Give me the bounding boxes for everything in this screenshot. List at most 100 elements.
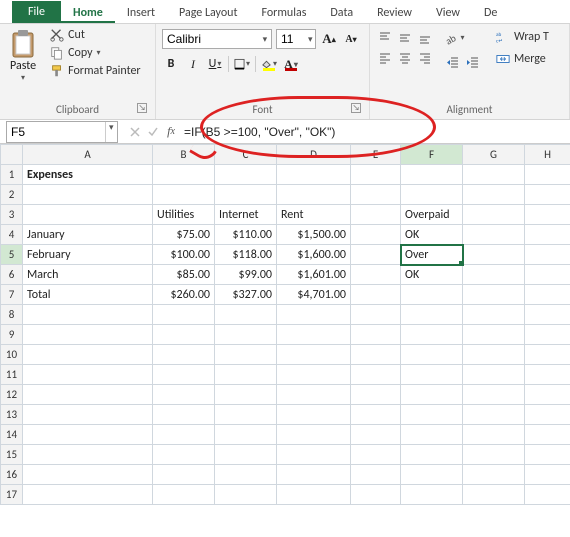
cell-A3[interactable] (23, 205, 153, 225)
font-size-input[interactable] (277, 32, 305, 46)
cell-D4[interactable]: $1,500.00 (277, 225, 351, 245)
borders-button[interactable] (233, 55, 251, 73)
row-header-10[interactable]: 10 (1, 345, 23, 365)
cell-E6[interactable] (351, 265, 401, 285)
cell-D14[interactable] (277, 425, 351, 445)
cell-D10[interactable] (277, 345, 351, 365)
cell-G7[interactable] (463, 285, 525, 305)
cell-B4[interactable]: $75.00 (153, 225, 215, 245)
cell-C7[interactable]: $327.00 (215, 285, 277, 305)
cell-C4[interactable]: $110.00 (215, 225, 277, 245)
cell-F17[interactable] (401, 485, 463, 505)
cell-G2[interactable] (463, 185, 525, 205)
cell-D6[interactable]: $1,601.00 (277, 265, 351, 285)
align-bottom-button[interactable] (416, 29, 434, 47)
cell-H9[interactable] (525, 325, 570, 345)
align-top-button[interactable] (376, 29, 394, 47)
cell-A2[interactable] (23, 185, 153, 205)
cell-B7[interactable]: $260.00 (153, 285, 215, 305)
cell-G5[interactable] (463, 245, 525, 265)
increase-indent-button[interactable] (464, 53, 482, 71)
cell-H11[interactable] (525, 365, 570, 385)
cell-C17[interactable] (215, 485, 277, 505)
cell-E12[interactable] (351, 385, 401, 405)
name-box-input[interactable] (7, 122, 105, 142)
clipboard-dialog-launcher[interactable]: ↘ (137, 103, 147, 113)
cell-C14[interactable] (215, 425, 277, 445)
cancel-formula-button[interactable] (126, 123, 144, 141)
cell-F3[interactable]: Overpaid (401, 205, 463, 225)
cell-A11[interactable] (23, 365, 153, 385)
cell-F9[interactable] (401, 325, 463, 345)
cell-D17[interactable] (277, 485, 351, 505)
underline-button[interactable]: U (206, 55, 224, 73)
wrap-text-button[interactable]: abc↵ Wrap T (492, 29, 553, 45)
cell-G16[interactable] (463, 465, 525, 485)
cell-D8[interactable] (277, 305, 351, 325)
cell-B16[interactable] (153, 465, 215, 485)
cell-G17[interactable] (463, 485, 525, 505)
font-size-combo[interactable]: ▾ (276, 29, 316, 49)
cell-B12[interactable] (153, 385, 215, 405)
row-header-1[interactable]: 1 (1, 165, 23, 185)
cell-A8[interactable] (23, 305, 153, 325)
row-header-4[interactable]: 4 (1, 225, 23, 245)
cell-C3[interactable]: Internet (215, 205, 277, 225)
row-header-16[interactable]: 16 (1, 465, 23, 485)
name-box[interactable]: ▾ (6, 121, 118, 143)
font-name-input[interactable] (163, 32, 259, 46)
cell-H6[interactable] (525, 265, 570, 285)
cell-F15[interactable] (401, 445, 463, 465)
tab-data[interactable]: Data (318, 2, 365, 23)
tab-review[interactable]: Review (365, 2, 424, 23)
cell-E4[interactable] (351, 225, 401, 245)
cell-H4[interactable] (525, 225, 570, 245)
select-all-corner[interactable] (1, 145, 23, 165)
cell-E14[interactable] (351, 425, 401, 445)
row-header-17[interactable]: 17 (1, 485, 23, 505)
cell-E9[interactable] (351, 325, 401, 345)
cell-H13[interactable] (525, 405, 570, 425)
font-name-combo[interactable]: ▾ (162, 29, 272, 49)
col-header-B[interactable]: B (153, 145, 215, 165)
cell-G1[interactable] (463, 165, 525, 185)
align-center-button[interactable] (396, 49, 414, 67)
enter-formula-button[interactable] (144, 123, 162, 141)
cell-A17[interactable] (23, 485, 153, 505)
tab-insert[interactable]: Insert (115, 2, 167, 23)
cell-C12[interactable] (215, 385, 277, 405)
merge-center-button[interactable]: Merge (492, 51, 553, 67)
paste-button[interactable]: Paste ▾ (6, 27, 40, 85)
cell-G10[interactable] (463, 345, 525, 365)
cell-G4[interactable] (463, 225, 525, 245)
cell-G6[interactable] (463, 265, 525, 285)
cell-B2[interactable] (153, 185, 215, 205)
cell-F4[interactable]: OK (401, 225, 463, 245)
cell-F2[interactable] (401, 185, 463, 205)
tab-file[interactable]: File (12, 1, 61, 23)
cell-G8[interactable] (463, 305, 525, 325)
cell-C9[interactable] (215, 325, 277, 345)
cell-D13[interactable] (277, 405, 351, 425)
cell-A12[interactable] (23, 385, 153, 405)
col-header-G[interactable]: G (463, 145, 525, 165)
cell-A4[interactable]: January (23, 225, 153, 245)
row-header-6[interactable]: 6 (1, 265, 23, 285)
align-left-button[interactable] (376, 49, 394, 67)
cell-C15[interactable] (215, 445, 277, 465)
cell-H7[interactable] (525, 285, 570, 305)
cell-B6[interactable]: $85.00 (153, 265, 215, 285)
cell-H1[interactable] (525, 165, 570, 185)
decrease-font-button[interactable]: A▾ (342, 30, 360, 48)
cell-A16[interactable] (23, 465, 153, 485)
cell-F5[interactable]: Over (401, 245, 463, 265)
cell-A9[interactable] (23, 325, 153, 345)
chevron-down-icon[interactable]: ▾ (305, 34, 315, 45)
cell-C2[interactable] (215, 185, 277, 205)
chevron-down-icon[interactable]: ▾ (259, 34, 271, 45)
cell-F8[interactable] (401, 305, 463, 325)
cell-B11[interactable] (153, 365, 215, 385)
cell-C10[interactable] (215, 345, 277, 365)
cell-D12[interactable] (277, 385, 351, 405)
cell-G15[interactable] (463, 445, 525, 465)
